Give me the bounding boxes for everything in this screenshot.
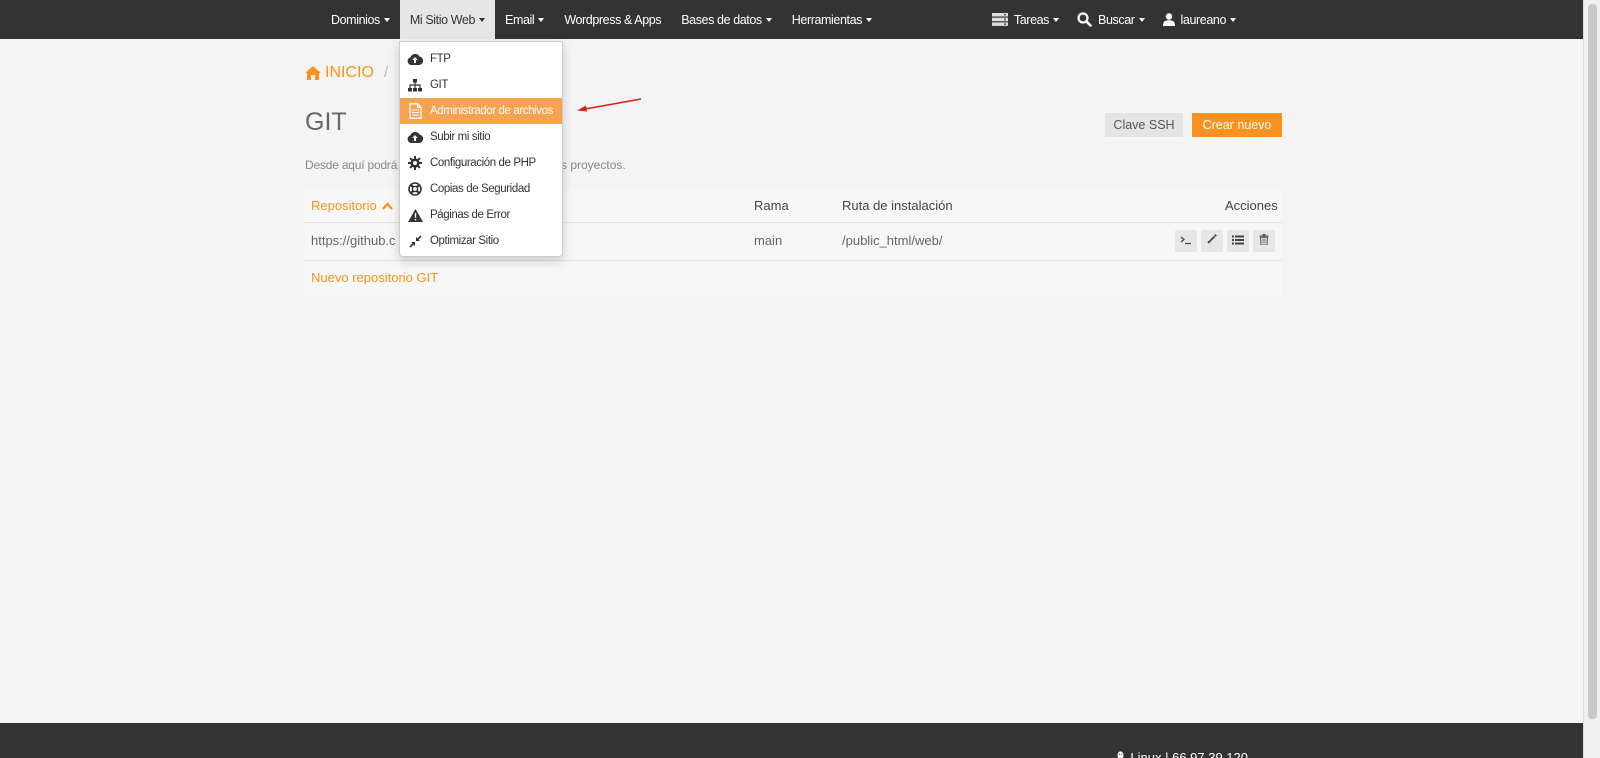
- header-label: Repositorio: [311, 198, 377, 213]
- column-header-repository[interactable]: Repositorio: [311, 198, 393, 213]
- server-info: Linux | 66.97.39.120: [1115, 750, 1248, 758]
- file-icon: [407, 103, 423, 119]
- cell-branch: main: [754, 233, 783, 248]
- menu-item-error-pages[interactable]: Páginas de Error: [400, 202, 562, 228]
- nav-wordpress-apps[interactable]: Wordpress & Apps: [554, 0, 671, 39]
- page-description: Desde aquí podrá: [305, 158, 398, 172]
- footer: Linux | 66.97.39.120: [0, 723, 1583, 758]
- menu-item-label: GIT: [430, 79, 448, 91]
- magic-wand-button[interactable]: [1201, 230, 1223, 252]
- nav-email[interactable]: Email: [495, 0, 554, 39]
- nav-label: Email: [505, 12, 535, 27]
- os-label: Linux: [1130, 750, 1162, 758]
- caret-down-icon: [1230, 17, 1236, 22]
- menu-item-ftp[interactable]: FTP: [400, 46, 562, 72]
- menu-item-label: Copias de Seguridad: [430, 183, 530, 195]
- nav-label: laureano: [1180, 12, 1227, 27]
- terminal-icon: [1180, 232, 1192, 250]
- cloud-upload-icon: [407, 53, 423, 65]
- trash-icon: [1259, 232, 1269, 250]
- nav-bases-de-datos[interactable]: Bases de datos: [671, 0, 782, 39]
- search-icon: [1077, 12, 1092, 27]
- menu-item-backups[interactable]: Copias de Seguridad: [400, 176, 562, 202]
- annotation-arrow-icon: [577, 98, 642, 112]
- delete-button[interactable]: [1253, 230, 1275, 252]
- cloud-upload-icon: [407, 131, 423, 143]
- terminal-button[interactable]: [1175, 230, 1197, 252]
- caret-down-icon: [765, 17, 772, 22]
- menu-item-optimize-site[interactable]: Optimizar Sitio: [400, 228, 562, 254]
- nav-tareas[interactable]: Tareas: [983, 0, 1068, 39]
- cell-repository: https://github.c: [311, 233, 396, 248]
- divider: [305, 260, 1282, 261]
- server-icon: [991, 13, 1008, 26]
- sitemap-icon: [407, 78, 423, 92]
- caret-down-icon: [866, 17, 873, 22]
- nav-label: Dominios: [331, 12, 380, 27]
- user-nav: Tareas Buscar laureano: [983, 0, 1245, 39]
- magic-wand-icon: [1206, 232, 1218, 250]
- nav-mi-sitio-web[interactable]: Mi Sitio Web: [399, 0, 496, 39]
- row-actions: [1175, 230, 1275, 252]
- home-icon[interactable]: [305, 66, 321, 80]
- caret-down-icon: [538, 17, 545, 22]
- mi-sitio-web-menu: FTP GIT Administrador de archivos Subir …: [399, 41, 563, 257]
- menu-item-php-config[interactable]: Configuración de PHP: [400, 150, 562, 176]
- menu-item-label: Subir mi sitio: [430, 131, 491, 143]
- scrollbar-thumb[interactable]: [1588, 4, 1597, 719]
- scrollbar[interactable]: [1583, 0, 1600, 758]
- list-icon: [1232, 232, 1244, 250]
- lifebuoy-icon: [407, 182, 423, 196]
- new-repository-link[interactable]: Nuevo repositorio GIT: [311, 270, 438, 285]
- caret-down-icon: [479, 17, 486, 22]
- user-icon: [1162, 13, 1175, 26]
- nav-herramientas[interactable]: Herramientas: [782, 0, 882, 39]
- nav-dominios[interactable]: Dominios: [321, 0, 400, 39]
- breadcrumb: INICIO / M: [305, 64, 412, 82]
- main-nav: Dominios Mi Sitio Web Email Wordpress & …: [321, 0, 882, 39]
- menu-item-label: Administrador de archivos: [430, 105, 553, 117]
- cell-path: /public_html/web/: [842, 233, 943, 248]
- nav-label: Buscar: [1098, 12, 1135, 27]
- column-header-path: Ruta de instalación: [842, 198, 953, 213]
- nav-buscar[interactable]: Buscar: [1068, 0, 1154, 39]
- menu-item-label: Configuración de PHP: [430, 157, 536, 169]
- nav-label: Tareas: [1013, 12, 1050, 27]
- caret-down-icon: [383, 17, 390, 22]
- nav-label: Wordpress & Apps: [564, 12, 662, 27]
- list-button[interactable]: [1227, 230, 1249, 252]
- menu-item-file-manager[interactable]: Administrador de archivos: [400, 98, 562, 124]
- page-title: GIT: [305, 108, 347, 136]
- gear-icon: [407, 156, 423, 170]
- caret-down-icon: [1138, 17, 1145, 22]
- nav-user[interactable]: laureano: [1154, 0, 1245, 39]
- chevron-up-icon: [381, 201, 393, 210]
- menu-item-label: Optimizar Sitio: [430, 235, 499, 247]
- compress-icon: [407, 234, 423, 248]
- nav-label: Herramientas: [791, 12, 863, 27]
- top-navbar: Dominios Mi Sitio Web Email Wordpress & …: [0, 0, 1583, 39]
- warning-icon: [407, 208, 423, 222]
- create-new-button[interactable]: Crear nuevo: [1192, 113, 1282, 137]
- breadcrumb-separator: /: [383, 64, 389, 81]
- menu-item-git[interactable]: GIT: [400, 72, 562, 98]
- ssh-key-button[interactable]: Clave SSH: [1105, 113, 1183, 137]
- menu-item-label: FTP: [430, 53, 451, 65]
- linux-icon: [1115, 751, 1126, 758]
- nav-label: Bases de datos: [681, 12, 762, 27]
- caret-down-icon: [1053, 17, 1060, 22]
- breadcrumb-home[interactable]: INICIO: [325, 64, 374, 82]
- nav-label: Mi Sitio Web: [409, 12, 476, 27]
- menu-item-upload-site[interactable]: Subir mi sitio: [400, 124, 562, 150]
- menu-item-label: Páginas de Error: [430, 209, 510, 221]
- column-header-branch: Rama: [754, 198, 789, 213]
- ip-address: | 66.97.39.120: [1165, 750, 1248, 758]
- column-header-actions: Acciones: [1225, 198, 1278, 213]
